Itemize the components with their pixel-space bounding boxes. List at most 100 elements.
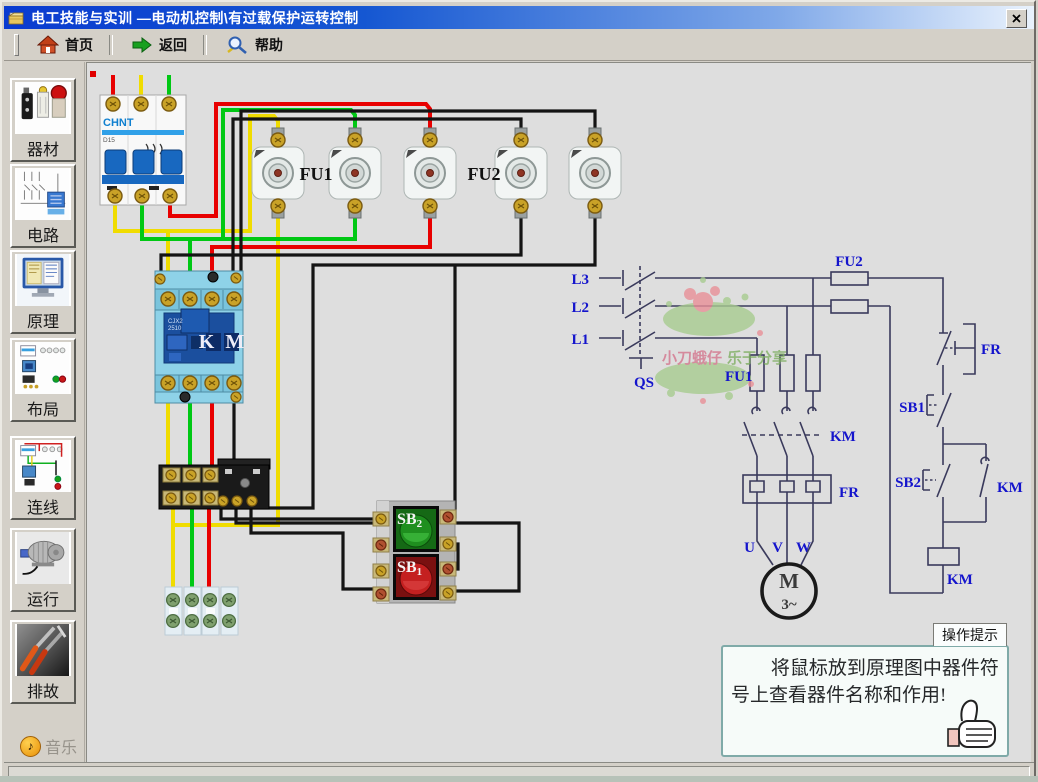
music-label: 音乐 [45, 734, 77, 758]
qs-base[interactable] [629, 358, 653, 369]
fuse-holder-fu1-b[interactable] [329, 128, 381, 218]
breaker-stripe [102, 130, 184, 135]
label-u: U [744, 540, 755, 556]
contactor-km-label: K M [199, 331, 247, 353]
fr-nc-contact[interactable] [937, 331, 951, 365]
title-bar: 电工技能与实训 —电动机控制\有过载保护运转控制 [4, 6, 1034, 29]
principle-thumbnail-icon [15, 254, 71, 306]
breaker-rating: D15 [103, 137, 115, 144]
label-w: W [796, 540, 811, 556]
fu1-group-label: FU1 [300, 164, 333, 184]
label-km-contact: KM [997, 480, 1023, 496]
tip-box: 将鼠标放到原理图中器件符 号上查看器件名称和作用! [721, 645, 1009, 757]
sidebar-item-label: 连线 [27, 494, 59, 518]
close-button[interactable] [1006, 9, 1027, 28]
fu2-group-label: FU2 [468, 164, 501, 184]
music-toggle[interactable]: ♪ 音乐 [20, 734, 77, 758]
help-label: 帮助 [255, 35, 283, 55]
label-qs: QS [634, 375, 654, 391]
km-aux-blade[interactable] [980, 464, 988, 497]
button-station[interactable]: SB2 SB1 [373, 501, 456, 603]
breaker-toggle[interactable] [133, 150, 154, 174]
contactor-window [167, 335, 187, 350]
toolbar-separator [203, 35, 207, 55]
km-aux-hook [981, 444, 989, 464]
contactor-corner-screw [155, 274, 165, 284]
fu2-fuse-symbol[interactable] [831, 272, 868, 285]
label-l3: L3 [571, 272, 589, 288]
fuse-holder-fu2-b[interactable] [569, 128, 621, 218]
help-magnifier-icon [225, 35, 249, 55]
wiring-thumbnail-icon [15, 440, 71, 492]
relay-terminal [205, 493, 215, 503]
back-button[interactable]: 返回 [121, 32, 197, 58]
motor-m-label: M [779, 569, 799, 593]
fu2-fuse-symbol[interactable] [831, 300, 868, 313]
label-fr-contact: FR [981, 342, 1001, 358]
motor-symbol[interactable]: M 3~ [762, 564, 816, 618]
schematic-l3-line[interactable] [599, 270, 943, 333]
breaker-toggle[interactable] [105, 150, 126, 174]
wire-red-to-contactor [212, 207, 430, 293]
toolbar-grip[interactable] [14, 34, 19, 56]
sidebar-item-wiring[interactable]: 连线 [10, 436, 76, 520]
status-bar [4, 762, 1034, 777]
breaker-brand: CHNT [103, 117, 134, 129]
contactor-tab [181, 309, 209, 333]
app-window: 电工技能与实训 —电动机控制\有过载保护运转控制 首页 返回 [0, 0, 1036, 778]
contactor-terminal [161, 376, 175, 390]
relay-dial[interactable] [241, 479, 250, 488]
close-icon [1012, 14, 1021, 23]
schematic-drops [757, 278, 813, 355]
breaker-terminal [134, 97, 148, 111]
wire-black-sb2-up [448, 265, 455, 517]
label-km-coil: KM [947, 572, 973, 588]
terminal-block[interactable] [165, 587, 238, 635]
sidebar-item-circuit[interactable]: 电路 [10, 164, 76, 248]
circuit-breaker[interactable]: CHNT DZ47-60 D15 [100, 95, 186, 205]
watermark: 小刀蛾仔 乐于分享 [655, 277, 787, 404]
fr-thermal-symbol[interactable] [955, 324, 975, 374]
sidebar-item-layout[interactable]: 布局 [10, 338, 76, 422]
tip-tab[interactable]: 操作提示 [933, 623, 1007, 646]
fuse-holder-fu1-a[interactable] [252, 128, 304, 218]
breaker-mark [149, 186, 159, 190]
sidebar-item-label: 运行 [27, 586, 59, 610]
sidebar-item-troubleshoot[interactable]: 排故 [10, 620, 76, 704]
contactor-km[interactable]: CJX2 2510 K M [155, 271, 247, 403]
breaker-terminal [135, 189, 149, 203]
help-button[interactable]: 帮助 [215, 32, 293, 58]
station-terminal [443, 564, 453, 574]
layout-thumbnail-icon [15, 342, 71, 394]
contactor-terminal [205, 376, 219, 390]
sb1-nc-blade[interactable] [937, 393, 951, 427]
sidebar-item-equipment[interactable]: 器材 [10, 78, 76, 162]
label-sb1: SB1 [899, 400, 925, 416]
breaker-toggle[interactable] [161, 150, 182, 174]
troubleshoot-pliers-thumbnail-icon [15, 624, 71, 676]
km-coil-symbol[interactable] [928, 548, 959, 565]
station-terminal [376, 540, 386, 550]
home-button[interactable]: 首页 [27, 32, 103, 58]
schematic-labels: L3 L2 L1 QS FU1 FU2 KM FR FR SB1 SB2 KM … [571, 254, 1022, 588]
fuse-holder-fu2-a[interactable] [495, 128, 547, 218]
sidebar-item-principle[interactable]: 原理 [10, 250, 76, 334]
contactor-detail [169, 353, 181, 361]
contactor-model1: CJX2 [168, 319, 183, 325]
thermal-relay[interactable] [159, 459, 270, 509]
station-terminal [376, 566, 386, 576]
relay-aux-terminal [232, 496, 242, 506]
fuse-holder-fu1-c[interactable] [404, 128, 456, 218]
sidebar-item-run[interactable]: 运行 [10, 528, 76, 612]
toolbar: 首页 返回 帮助 [4, 29, 1034, 61]
station-terminal [376, 589, 386, 599]
circuit-thumbnail-icon [15, 168, 71, 220]
km-contact-blades[interactable] [744, 422, 813, 456]
contactor-terminal [161, 292, 175, 306]
sb2-no-blade[interactable] [937, 464, 950, 497]
schematic-drops3 [757, 456, 813, 475]
fu1-fuse-symbol[interactable] [806, 355, 820, 391]
breaker-terminal [163, 189, 177, 203]
contactor-corner-screw [231, 392, 241, 402]
back-label: 返回 [159, 35, 187, 55]
